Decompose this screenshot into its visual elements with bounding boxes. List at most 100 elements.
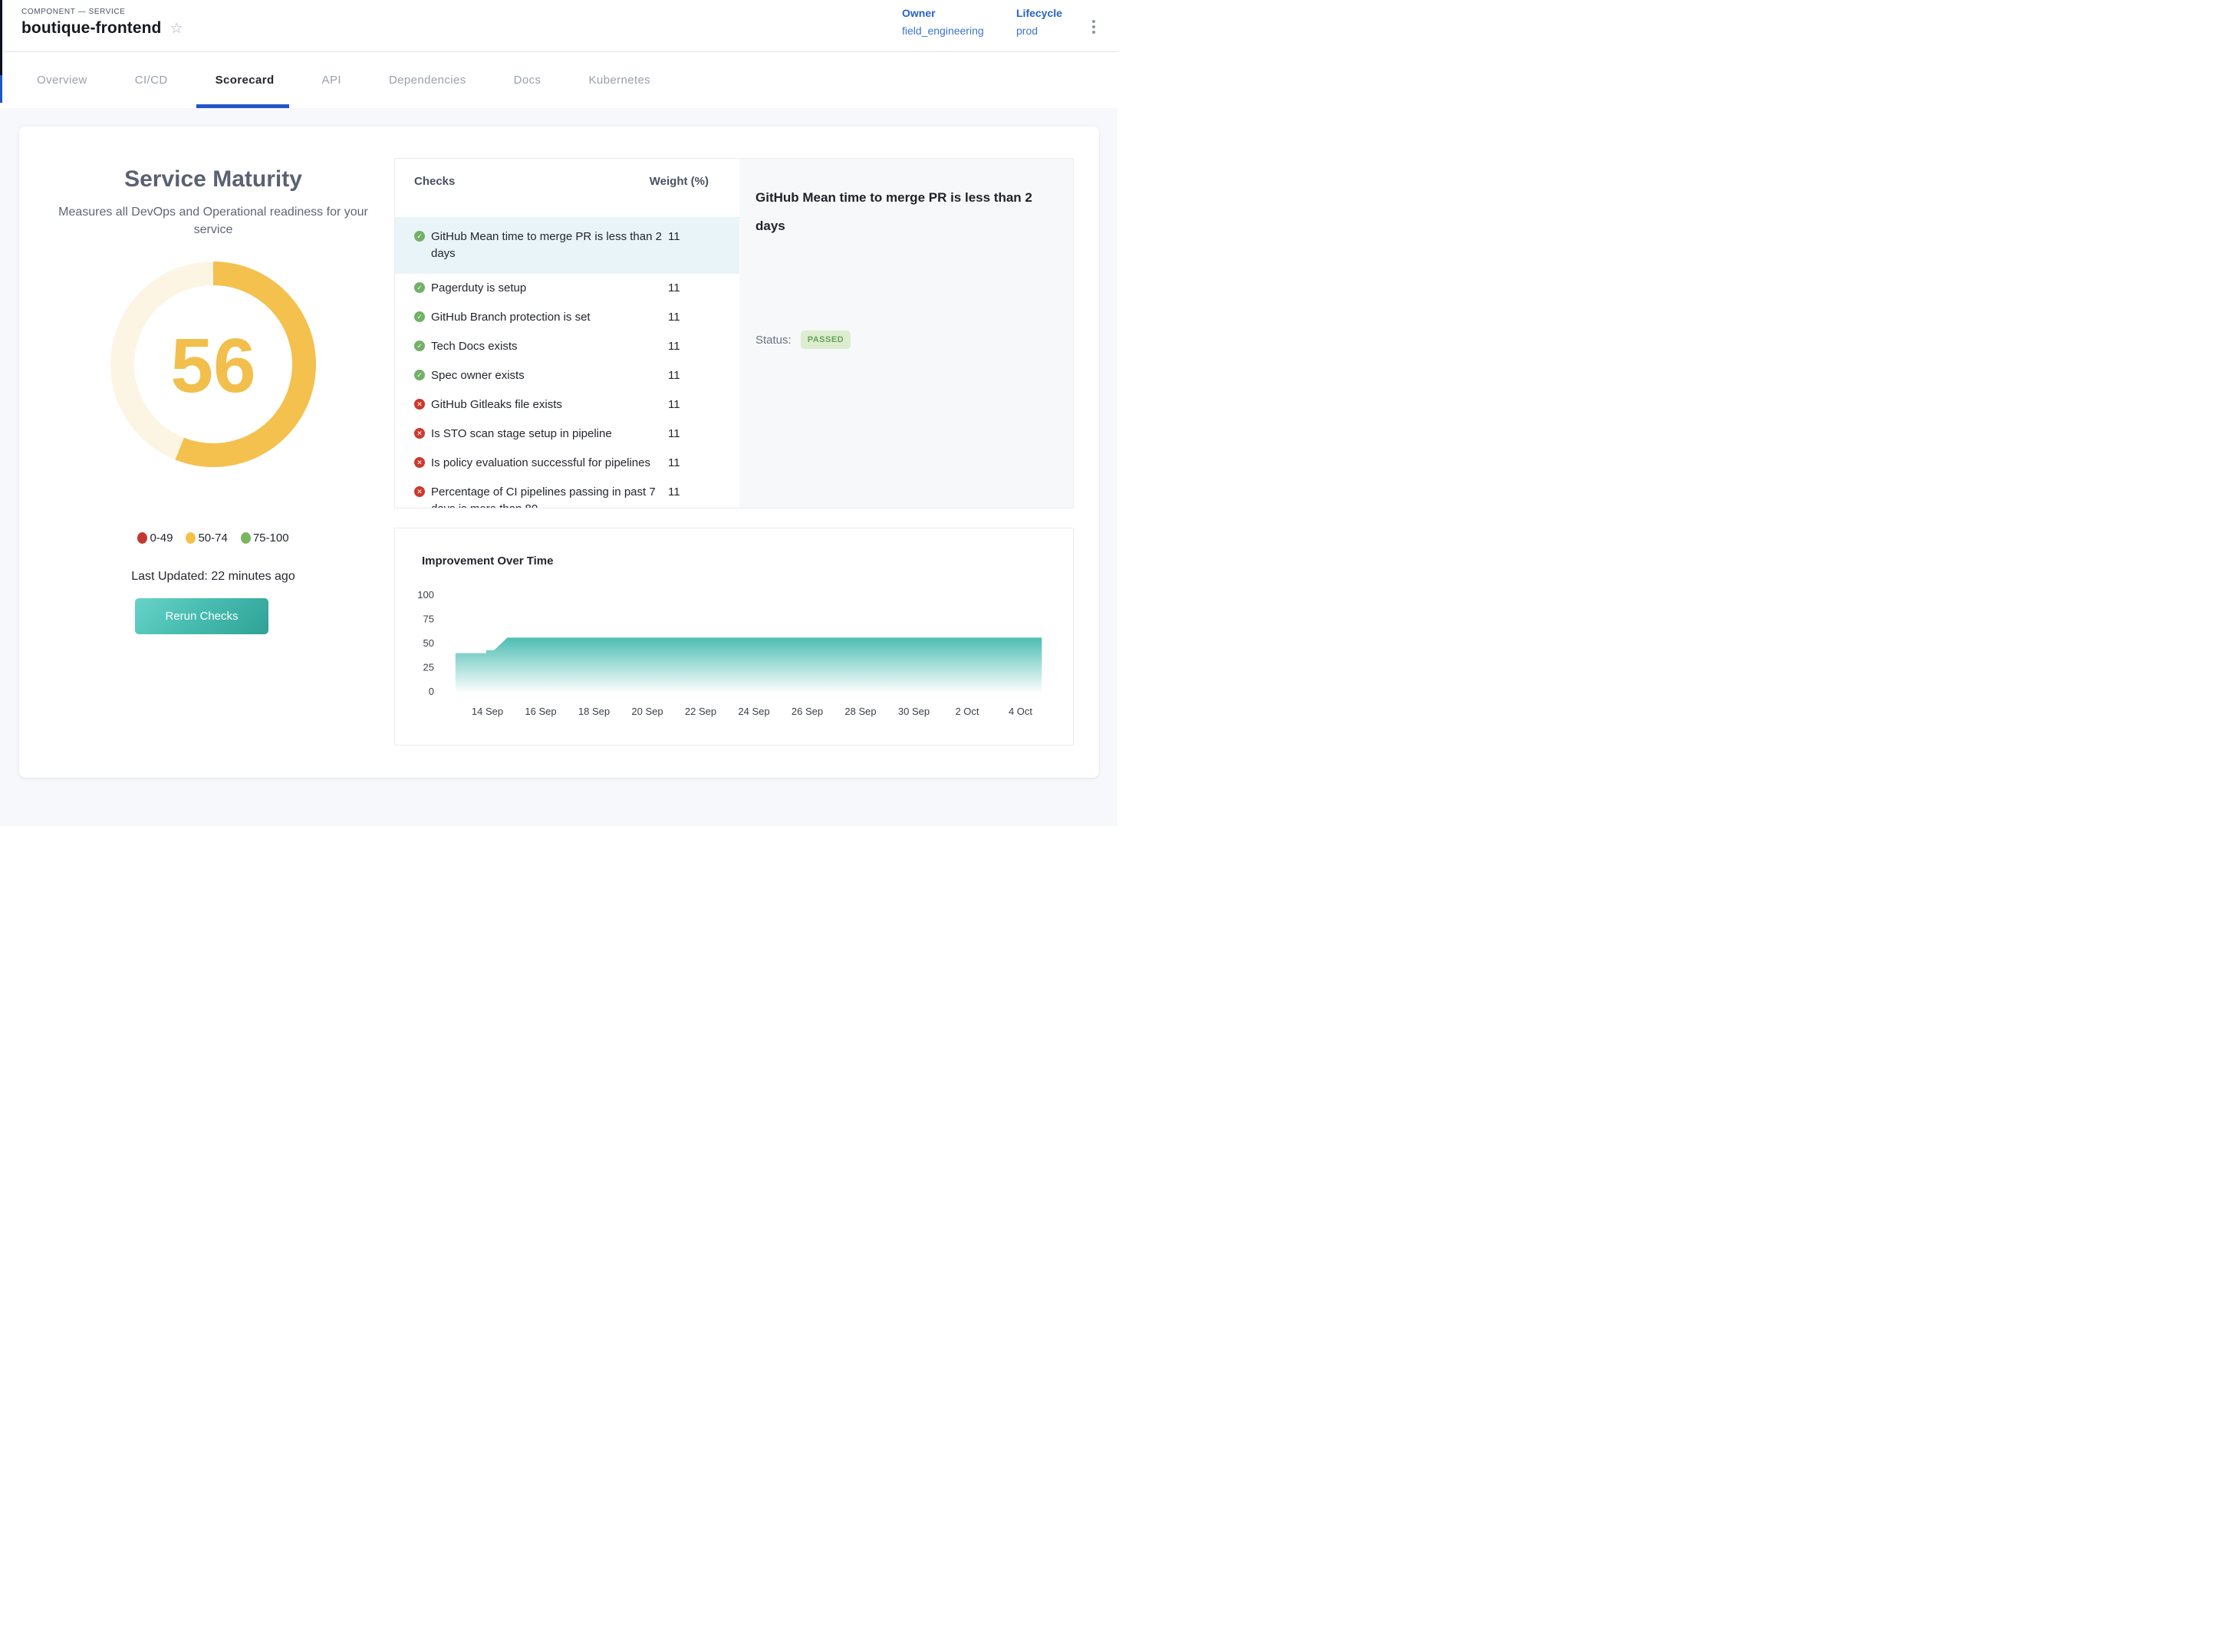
tab-kubernetes[interactable]: Kubernetes [588, 52, 650, 108]
check-failed-icon: ✕ [414, 428, 425, 439]
owner-meta: Owner field_engineering [902, 7, 984, 37]
check-passed-icon: ✓ [414, 282, 425, 293]
check-label: Is policy evaluation successful for pipe… [431, 455, 665, 472]
check-row[interactable]: ✕ GitHub Gitleaks file exists11 [395, 390, 739, 420]
owner-label: Owner [902, 7, 936, 19]
check-weight: 11 [668, 229, 680, 245]
check-passed-icon: ✓ [414, 370, 425, 380]
kebab-menu-icon[interactable] [1089, 17, 1098, 37]
check-label: GitHub Gitleaks file exists [431, 397, 665, 413]
scorecard-card: Service Maturity Measures all DevOps and… [19, 127, 1099, 778]
improvement-area-chart: 0 25 50 75 100 14 Sep 16 Sep 18 Sep 20 Sep 22 Sep… [395, 528, 1073, 745]
svg-text:14 Sep: 14 Sep [472, 706, 503, 717]
tab-docs[interactable]: Docs [514, 52, 541, 108]
check-weight: 11 [668, 426, 680, 443]
check-row[interactable]: ✓ GitHub Branch protection is set11 [395, 303, 739, 332]
legend-label: 50-74 [198, 531, 227, 545]
legend-item: 0-49 [137, 531, 173, 545]
rerun-checks-button[interactable]: Rerun Checks [135, 598, 268, 634]
page: COMPONENT — SERVICE boutique-frontend ☆ … [0, 0, 1118, 826]
check-row[interactable]: ✓ Spec owner exists11 [395, 361, 739, 390]
svg-text:4 Oct: 4 Oct [1009, 706, 1032, 717]
check-label: Is STO scan stage setup in pipeline [431, 426, 665, 443]
check-label: GitHub Mean time to merge PR is less tha… [431, 229, 665, 262]
check-label: Pagerduty is setup [431, 280, 665, 297]
svg-text:56: 56 [170, 323, 255, 409]
checks-column-header: Checks [414, 175, 455, 188]
header: COMPONENT — SERVICE boutique-frontend ☆ … [0, 0, 1118, 52]
svg-text:20 Sep: 20 Sep [631, 706, 663, 717]
checks-list: Checks Weight (%) ✓GitHub Mean time to m… [395, 159, 739, 508]
check-label: GitHub Branch protection is set [431, 309, 665, 326]
svg-text:28 Sep: 28 Sep [844, 706, 876, 717]
tab-dependencies[interactable]: Dependencies [389, 52, 466, 108]
tab-ci-cd[interactable]: CI/CD [135, 52, 168, 108]
check-failed-icon: ✕ [414, 399, 425, 410]
last-updated-text: Last Updated: 22 minutes ago [37, 570, 390, 584]
tab-api[interactable]: API [322, 52, 341, 108]
maturity-score-donut: 56 [110, 262, 316, 467]
svg-text:16 Sep: 16 Sep [525, 706, 556, 717]
check-row[interactable]: ✓ Pagerduty is setup11 [395, 274, 739, 303]
check-passed-icon: ✓ [414, 231, 425, 242]
legend-dot-icon [137, 532, 147, 544]
main-content: Service Maturity Measures all DevOps and… [0, 108, 1118, 826]
check-weight: 11 [668, 280, 680, 297]
status-badge: PASSED [801, 331, 851, 349]
legend-label: 0-49 [150, 531, 173, 545]
owner-link[interactable]: field_engineering [902, 25, 984, 37]
lifecycle-label: Lifecycle [1016, 7, 1062, 19]
breadcrumb: COMPONENT — SERVICE [21, 8, 126, 16]
check-label: Tech Docs exists [431, 338, 665, 355]
check-weight: 11 [668, 309, 680, 326]
check-weight: 11 [668, 338, 680, 355]
svg-text:2 Oct: 2 Oct [955, 706, 979, 717]
check-row[interactable]: ✕ Is STO scan stage setup in pipeline11 [395, 420, 739, 449]
svg-text:25: 25 [423, 662, 434, 673]
svg-text:100: 100 [417, 589, 434, 601]
check-failed-icon: ✕ [414, 457, 425, 468]
check-weight: 11 [668, 484, 680, 501]
svg-text:75: 75 [423, 614, 434, 625]
legend-dot-icon [186, 532, 196, 544]
lifecycle-meta: Lifecycle prod [1016, 7, 1062, 37]
score-legend: 0-49 50-74 75-100 [37, 531, 390, 545]
check-failed-icon: ✕ [414, 486, 425, 497]
legend-label: 75-100 [253, 531, 289, 545]
tab-scorecard[interactable]: Scorecard [216, 52, 275, 108]
maturity-subtitle: Measures all DevOps and Operational read… [48, 203, 378, 239]
check-detail-panel: GitHub Mean time to merge PR is less tha… [739, 159, 1073, 508]
checks-panel: Checks Weight (%) ✓GitHub Mean time to m… [394, 158, 1074, 508]
check-weight: 11 [668, 397, 680, 413]
left-edge-dark-strip [0, 0, 2, 75]
left-edge-blue-strip [0, 75, 2, 103]
legend-item: 75-100 [241, 531, 289, 545]
svg-text:18 Sep: 18 Sep [578, 706, 610, 717]
status-label: Status: [755, 334, 792, 347]
page-title: boutique-frontend [21, 19, 162, 38]
tab-overview[interactable]: Overview [37, 52, 87, 108]
favorite-star-icon[interactable]: ☆ [170, 21, 183, 36]
lifecycle-value: prod [1016, 25, 1062, 37]
check-label: Spec owner exists [431, 367, 665, 384]
improvement-chart-panel: Improvement Over Time 025507510014 Sep16… [394, 528, 1074, 745]
check-weight: 11 [668, 455, 680, 472]
check-row[interactable]: ✓ Tech Docs exists11 [395, 332, 739, 361]
legend-dot-icon [241, 532, 251, 544]
check-row[interactable]: ✓ GitHub Mean time to merge PR is less th… [395, 217, 739, 274]
svg-text:26 Sep: 26 Sep [792, 706, 823, 717]
check-row[interactable]: ✕ Is policy evaluation successful for pip… [395, 449, 739, 478]
maturity-title: Service Maturity [37, 166, 390, 193]
check-detail-title: GitHub Mean time to merge PR is less tha… [755, 183, 1039, 240]
check-row[interactable]: ✕ Percentage of CI pipelines passing in p… [395, 478, 739, 508]
check-weight: 11 [668, 367, 680, 384]
svg-text:50: 50 [423, 637, 434, 649]
svg-text:30 Sep: 30 Sep [898, 706, 930, 717]
check-label: Percentage of CI pipelines passing in pa… [431, 484, 665, 508]
legend-item: 50-74 [186, 531, 227, 545]
svg-text:0: 0 [429, 686, 434, 697]
svg-text:22 Sep: 22 Sep [685, 706, 716, 717]
check-passed-icon: ✓ [414, 311, 425, 322]
tab-bar: Overview CI/CD Scorecard API Dependencies Doc… [0, 52, 1118, 108]
check-passed-icon: ✓ [414, 341, 425, 351]
